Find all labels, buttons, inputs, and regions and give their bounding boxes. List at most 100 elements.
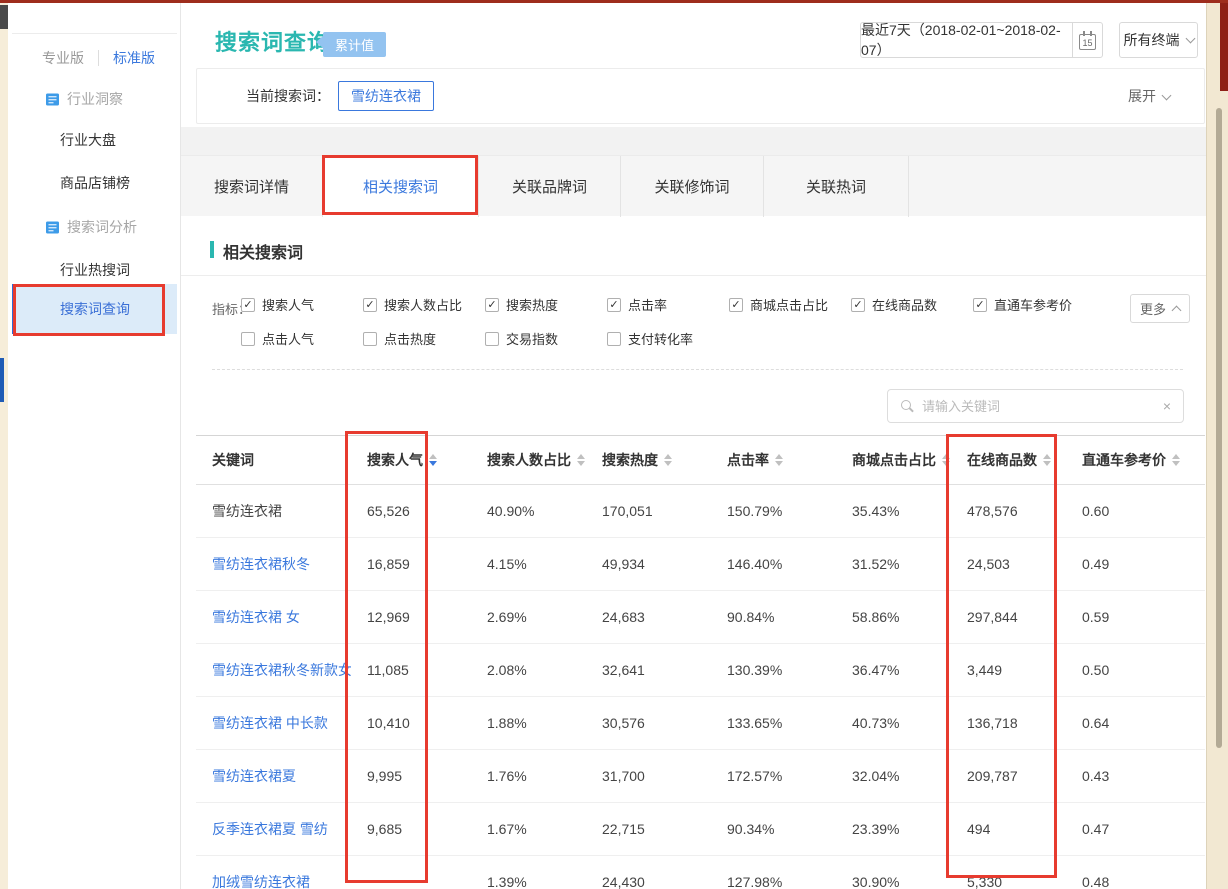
column-header-searcher-share[interactable]: 搜索人数占比	[471, 450, 586, 470]
sidebar-item-hot-search-words[interactable]: 行业热搜词	[60, 260, 130, 280]
metric-checkbox-item[interactable]: 点击人气	[241, 329, 363, 348]
cell: 136,718	[951, 715, 1066, 731]
cell: 170,051	[586, 503, 711, 519]
scrollbar-thumb[interactable]	[1216, 108, 1222, 748]
related-search-words-table: 关键词 搜索人气 搜索人数占比 搜索热度 点击率 商城点击占比 在线商品数 直通…	[196, 435, 1205, 889]
sort-icon[interactable]	[942, 454, 950, 466]
sidebar-group-label: 行业洞察	[67, 89, 123, 109]
checkbox-unchecked-icon[interactable]	[363, 332, 377, 346]
tab-related-search-words[interactable]: 相关搜索词	[323, 156, 479, 217]
tab-related-hot-words[interactable]: 关联热词	[764, 156, 909, 217]
tab-related-brand-words[interactable]: 关联品牌词	[479, 156, 621, 217]
sort-icon[interactable]	[1043, 454, 1051, 466]
keyword-search-input[interactable]	[922, 399, 1155, 414]
cell: 49,934	[586, 556, 711, 572]
keyword-link[interactable]: 加绒雪纺连衣裙	[196, 872, 351, 889]
cumulative-value-badge: 累计值	[323, 32, 386, 57]
metric-checkbox-item[interactable]: 支付转化率	[607, 329, 729, 348]
cell: 90.34%	[711, 821, 836, 837]
tab-search-word-detail[interactable]: 搜索词详情	[181, 156, 323, 217]
tab-related-modifier-words[interactable]: 关联修饰词	[621, 156, 764, 217]
keyword-link[interactable]: 雪纺连衣裙秋冬新款女...	[196, 660, 351, 680]
checkbox-unchecked-icon[interactable]	[485, 332, 499, 346]
sidebar-item-industry-overview[interactable]: 行业大盘	[60, 130, 116, 150]
cell: 2.69%	[471, 609, 586, 625]
cell: 31.52%	[836, 556, 951, 572]
cell: 0.49	[1066, 556, 1205, 572]
column-header-mall-click-share[interactable]: 商城点击占比	[836, 450, 951, 470]
column-header-click-rate[interactable]: 点击率	[711, 450, 836, 470]
metrics-row-unchecked: 点击人气 点击热度 交易指数 支付转化率	[241, 329, 729, 348]
metric-label: 商城点击占比	[750, 295, 828, 314]
metric-checkbox-item[interactable]: 在线商品数	[851, 295, 973, 314]
keyword-link[interactable]: 雪纺连衣裙秋冬	[196, 554, 351, 574]
cell: 1.67%	[471, 821, 586, 837]
more-button[interactable]: 更多	[1130, 294, 1190, 323]
window-left-edge	[0, 3, 8, 889]
sort-icon[interactable]	[577, 454, 585, 466]
keyword-link[interactable]: 雪纺连衣裙 女	[196, 607, 351, 627]
cell: 478,576	[951, 503, 1066, 519]
sidebar-item-search-word-query[interactable]: 搜索词查询	[12, 284, 177, 334]
checkbox-checked-icon[interactable]	[851, 298, 865, 312]
column-header-search-popularity[interactable]: 搜索人气	[351, 450, 471, 470]
checkbox-checked-icon[interactable]	[973, 298, 987, 312]
cell: 130.39%	[711, 662, 836, 678]
keyword-link[interactable]: 雪纺连衣裙夏	[196, 766, 351, 786]
dashed-divider	[212, 369, 1183, 370]
current-keyword-tag[interactable]: 雪纺连衣裙	[338, 81, 434, 111]
cell: 150.79%	[711, 503, 836, 519]
column-header-online-products[interactable]: 在线商品数	[951, 450, 1066, 470]
table-row: 雪纺连衣裙 中长款 10,410 1.88% 30,576 133.65% 40…	[196, 697, 1205, 750]
checkbox-checked-icon[interactable]	[241, 298, 255, 312]
cell: 1.88%	[471, 715, 586, 731]
checkbox-checked-icon[interactable]	[485, 298, 499, 312]
checkbox-checked-icon[interactable]	[607, 298, 621, 312]
calendar-icon: 15	[1079, 34, 1096, 50]
clear-icon[interactable]: ×	[1163, 398, 1171, 414]
metric-checkbox-item[interactable]: 搜索人气	[241, 295, 363, 314]
checkbox-checked-icon[interactable]	[729, 298, 743, 312]
column-header-ztc-reference-price[interactable]: 直通车参考价	[1066, 450, 1205, 470]
metric-checkbox-item[interactable]: 交易指数	[485, 329, 607, 348]
checkbox-unchecked-icon[interactable]	[241, 332, 255, 346]
document-icon	[45, 220, 60, 235]
checkbox-unchecked-icon[interactable]	[607, 332, 621, 346]
date-range-selector[interactable]: 最近7天（2018-02-01~2018-02-07）	[860, 22, 1073, 58]
cell: 58.86%	[836, 609, 951, 625]
sidebar-group-industry-insight[interactable]: 行业洞察	[45, 89, 123, 109]
table-row-clipped: 加绒雪纺连衣裙 1.39% 24,430 127.98% 30.90% 5,33…	[196, 856, 1205, 889]
calendar-button[interactable]: 15	[1072, 22, 1103, 58]
section-accent-bar	[210, 241, 214, 258]
divider	[98, 50, 99, 66]
cell: 36.47%	[836, 662, 951, 678]
sort-icon[interactable]	[429, 454, 437, 466]
keyword-link[interactable]: 雪纺连衣裙 中长款	[196, 713, 351, 733]
table-row: 反季连衣裙夏 雪纺 9,685 1.67% 22,715 90.34% 23.3…	[196, 803, 1205, 856]
sidebar-group-search-analysis[interactable]: 搜索词分析	[45, 217, 137, 237]
current-search-word-panel: 当前搜索词： 雪纺连衣裙 展开	[196, 68, 1205, 124]
metric-label: 点击热度	[384, 329, 436, 348]
sidebar-item-product-shop-rank[interactable]: 商品店铺榜	[60, 173, 130, 193]
document-icon	[45, 92, 60, 107]
window-top-edge	[0, 0, 1228, 3]
metric-checkbox-item[interactable]: 搜索人数占比	[363, 295, 485, 314]
column-header-search-heat[interactable]: 搜索热度	[586, 450, 711, 470]
metric-checkbox-item[interactable]: 点击率	[607, 295, 729, 314]
metric-checkbox-item[interactable]: 直通车参考价	[973, 295, 1095, 314]
sort-icon[interactable]	[664, 454, 672, 466]
keyword-link[interactable]: 反季连衣裙夏 雪纺	[196, 819, 351, 839]
version-tab-pro[interactable]: 专业版	[42, 48, 84, 68]
cell: 31,700	[586, 768, 711, 784]
tab-bar: 搜索词详情 相关搜索词 关联品牌词 关联修饰词 关联热词	[181, 155, 1206, 216]
metric-checkbox-item[interactable]: 商城点击占比	[729, 295, 851, 314]
expand-toggle[interactable]: 展开	[1128, 86, 1170, 106]
checkbox-checked-icon[interactable]	[363, 298, 377, 312]
terminal-dropdown[interactable]: 所有终端	[1119, 22, 1198, 58]
metric-checkbox-item[interactable]: 搜索热度	[485, 295, 607, 314]
sort-icon[interactable]	[775, 454, 783, 466]
sort-icon[interactable]	[1172, 454, 1180, 466]
version-tab-standard[interactable]: 标准版	[113, 48, 155, 68]
keyword-cell: 雪纺连衣裙	[196, 501, 351, 521]
metric-checkbox-item[interactable]: 点击热度	[363, 329, 485, 348]
